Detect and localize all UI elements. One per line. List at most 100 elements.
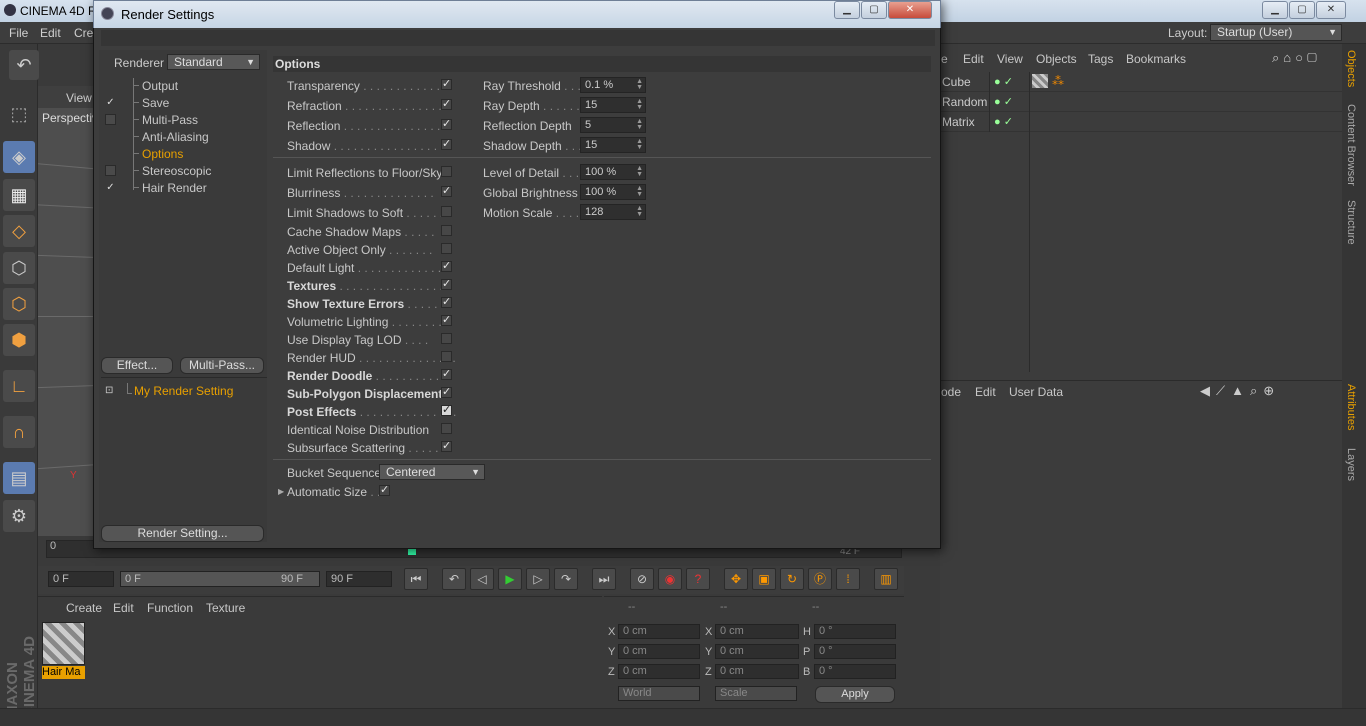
bucket-sequence-select[interactable]: Centered ▼	[379, 464, 485, 480]
key-position-icon[interactable]: ✥	[724, 568, 748, 590]
dialog-close-icon[interactable]: ✕	[888, 1, 932, 19]
mat-menu-edit[interactable]: Edit	[113, 601, 134, 615]
mat-menu-texture[interactable]: Texture	[206, 601, 245, 615]
size-x-field[interactable]: 0 cm	[715, 624, 799, 639]
mat-menu-create[interactable]: Create	[66, 601, 102, 615]
nav-stereoscopic[interactable]: Stereoscopic	[142, 164, 211, 178]
texture-mode-icon[interactable]: ▦	[3, 179, 35, 211]
key-rotation-icon[interactable]: ↻	[780, 568, 804, 590]
tab-attributes[interactable]: Attributes	[1345, 384, 1357, 430]
workplane-icon[interactable]: ◇	[3, 215, 35, 247]
obj-menu-view[interactable]: View	[997, 52, 1023, 66]
attr-menu-mode[interactable]: ode	[941, 385, 961, 399]
obj-toolbar-icons[interactable]: ⌕⌂○▢	[1272, 50, 1321, 66]
menu-file[interactable]: File	[9, 26, 28, 40]
model-mode-icon[interactable]: ◈	[3, 141, 35, 173]
spinner-icon[interactable]: ▲ ▼	[636, 165, 643, 178]
timeline-icon[interactable]: ▥	[874, 568, 898, 590]
nav-multipass-checkbox[interactable]	[105, 114, 116, 125]
reflection-depth-field[interactable]: 5 ▲ ▼	[580, 117, 646, 133]
object-row[interactable]: Cube ● ✓ ⁂	[940, 72, 1342, 92]
multipass-button[interactable]: Multi-Pass...	[180, 357, 264, 374]
spinner-icon[interactable]: ▲ ▼	[636, 205, 643, 218]
visibility-icon[interactable]: ● ✓	[994, 75, 1013, 88]
ray-depth-field[interactable]: 15 ▲ ▼	[580, 97, 646, 113]
prev-key-icon[interactable]: ↶	[442, 568, 466, 590]
attr-menu-edit[interactable]: Edit	[975, 385, 996, 399]
pos-z-field[interactable]: 0 cm	[618, 664, 700, 679]
post-effects-checkbox[interactable]: ✓	[441, 405, 452, 416]
spinner-icon[interactable]: ▲ ▼	[636, 78, 643, 91]
menu-edit[interactable]: Edit	[40, 26, 61, 40]
apply-button[interactable]: Apply	[815, 686, 895, 703]
render-setting-button[interactable]: Render Setting...	[101, 525, 264, 542]
default-light-checkbox[interactable]: ✓	[441, 261, 452, 272]
nav-stereoscopic-checkbox[interactable]	[105, 165, 116, 176]
show-texture-errors-checkbox[interactable]: ✓	[441, 297, 452, 308]
obj-menu-file[interactable]: e	[941, 52, 948, 66]
obj-menu-edit[interactable]: Edit	[963, 52, 984, 66]
object-row[interactable]: Matrix ● ✓	[940, 112, 1342, 132]
autokey-icon[interactable]: ◉	[658, 568, 682, 590]
coord-scale-select[interactable]: Scale	[715, 686, 797, 701]
select-tool-icon[interactable]: ⬚	[3, 98, 35, 130]
key-pla-icon[interactable]: ⁞	[836, 568, 860, 590]
nav-save-checkbox[interactable]: ✓	[105, 97, 116, 108]
dialog-titlebar[interactable]	[93, 0, 941, 28]
volumetric-lighting-checkbox[interactable]: ✓	[441, 315, 452, 326]
nav-hair-render-checkbox[interactable]: ✓	[105, 182, 116, 193]
spinner-icon[interactable]: ▲ ▼	[636, 98, 643, 111]
spinner-icon[interactable]: ▲ ▼	[636, 138, 643, 151]
rot-b-field[interactable]: 0 °	[814, 664, 896, 679]
dialog-grip-bar[interactable]	[101, 30, 935, 46]
record-keys-icon[interactable]: ⊘	[630, 568, 654, 590]
refraction-checkbox[interactable]: ✓	[441, 99, 452, 110]
lock-icon[interactable]: ⚙	[3, 500, 35, 532]
limit-reflections-checkbox[interactable]	[441, 166, 452, 177]
transparency-checkbox[interactable]: ✓	[441, 79, 452, 90]
expand-arrow-icon[interactable]: ▶	[278, 487, 284, 496]
rot-h-field[interactable]: 0 °	[814, 624, 896, 639]
polygons-mode-icon[interactable]: ⬢	[3, 324, 35, 356]
identical-noise-checkbox[interactable]	[441, 423, 452, 434]
level-of-detail-field[interactable]: 100 % ▲ ▼	[580, 164, 646, 180]
limit-shadows-checkbox[interactable]	[441, 206, 452, 217]
minimize-icon[interactable]: ▁	[1262, 1, 1288, 19]
goto-end-icon[interactable]: ⏭	[592, 568, 616, 590]
nav-hair-render[interactable]: Hair Render	[142, 181, 207, 195]
pos-x-field[interactable]: 0 cm	[618, 624, 700, 639]
menu-create[interactable]: Cre	[74, 26, 93, 40]
nav-options[interactable]: Options	[142, 147, 183, 161]
sub-polygon-displacement-checkbox[interactable]: ✓	[441, 387, 452, 398]
cache-shadow-maps-checkbox[interactable]	[441, 225, 452, 236]
automatic-size-checkbox[interactable]: ✓	[379, 485, 390, 496]
visibility-icon[interactable]: ● ✓	[994, 115, 1013, 128]
play-icon[interactable]: ▶	[498, 568, 522, 590]
viewport-view-menu[interactable]: View	[66, 91, 92, 105]
material-label[interactable]: Hair Ma	[42, 666, 85, 679]
attr-toolbar-icons[interactable]: ◀⟋▲⌕⊕	[1200, 383, 1280, 399]
edges-mode-icon[interactable]: ⬡	[3, 288, 35, 320]
mat-menu-function[interactable]: Function	[147, 601, 193, 615]
nav-output[interactable]: Output	[142, 79, 178, 93]
snap-icon[interactable]: ▤	[3, 462, 35, 494]
shadow-depth-field[interactable]: 15 ▲ ▼	[580, 137, 646, 153]
viewport[interactable]	[38, 86, 100, 536]
goto-start-icon[interactable]: ⏮	[404, 568, 428, 590]
pos-y-field[interactable]: 0 cm	[618, 644, 700, 659]
render-setting-item[interactable]: My Render Setting	[134, 384, 233, 398]
object-row[interactable]: Random ● ✓	[940, 92, 1342, 112]
material-thumbnail[interactable]	[42, 622, 85, 665]
visibility-icon[interactable]: ● ✓	[994, 95, 1013, 108]
reflection-checkbox[interactable]: ✓	[441, 119, 452, 130]
magnet-icon[interactable]: ∩	[3, 416, 35, 448]
key-scale-icon[interactable]: ▣	[752, 568, 776, 590]
key-param-icon[interactable]: Ⓟ	[808, 568, 832, 590]
shadow-checkbox[interactable]: ✓	[441, 139, 452, 150]
attr-menu-userdata[interactable]: User Data	[1009, 385, 1063, 399]
close-icon[interactable]: ✕	[1316, 1, 1346, 19]
tab-objects[interactable]: Objects	[1345, 50, 1357, 87]
nav-anti-aliasing[interactable]: Anti-Aliasing	[142, 130, 209, 144]
help-icon[interactable]: ?	[686, 568, 710, 590]
axis-icon[interactable]: ∟	[3, 370, 35, 402]
